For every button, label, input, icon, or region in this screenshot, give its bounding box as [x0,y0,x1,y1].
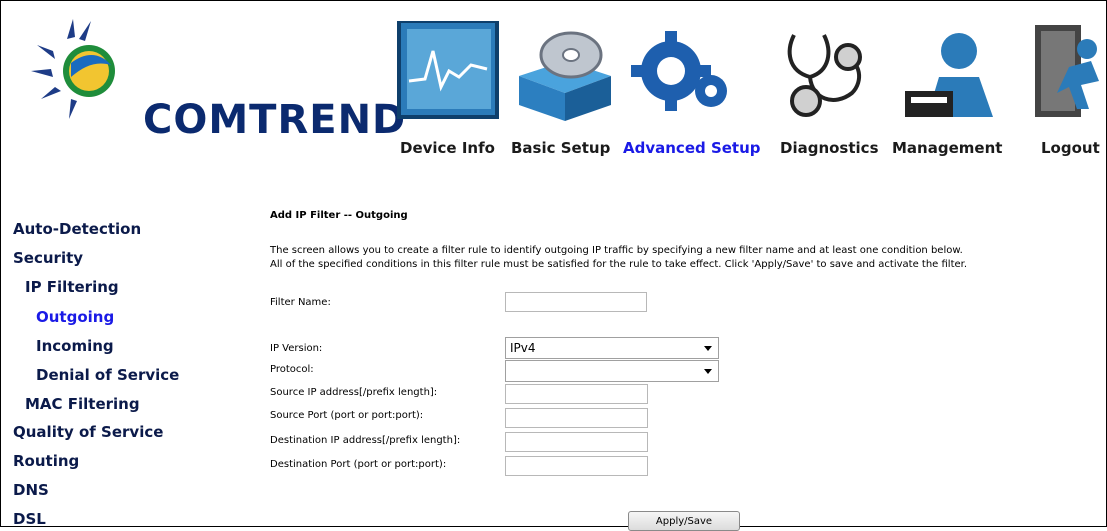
sidebar-item-dsl[interactable]: DSL [13,510,46,528]
protocol-label: Protocol: [270,364,314,375]
advanced-setup-gears-icon[interactable] [623,21,727,121]
source-ip-input[interactable] [505,384,648,404]
source-port-input[interactable] [505,408,648,428]
sidebar: Auto-Detection Security IP Filtering Out… [1,200,216,528]
sidebar-item-ip-filtering[interactable]: IP Filtering [25,278,119,296]
description-line-2: All of the specified conditions in this … [270,259,968,270]
diagnostics-stethoscope-icon[interactable] [776,21,876,121]
destination-port-input[interactable] [505,456,648,476]
description-line-1: The screen allows you to create a filter… [270,245,963,256]
sidebar-item-incoming[interactable]: Incoming [36,337,114,355]
nav-basic-setup[interactable]: Basic Setup [511,139,610,157]
comtrend-logo: COMTREND [23,15,405,143]
management-person-icon[interactable] [899,21,999,121]
brand-name: COMTREND [143,97,407,143]
sidebar-item-security[interactable]: Security [13,249,83,267]
apply-save-button[interactable]: Apply/Save [628,511,740,531]
chevron-down-icon [704,346,712,351]
page-title: Add IP Filter -- Outgoing [270,210,408,221]
nav-management[interactable]: Management [892,139,1002,157]
protocol-select[interactable] [505,360,719,382]
logo-sunburst-icon [31,19,115,119]
ip-version-value: IPv4 [510,341,536,355]
nav-advanced-setup[interactable]: Advanced Setup [623,139,761,157]
filter-name-input[interactable] [505,292,647,312]
sidebar-item-dns[interactable]: DNS [13,481,49,499]
sidebar-item-auto-detection[interactable]: Auto-Detection [13,220,141,238]
nav-logout[interactable]: Logout [1041,139,1100,157]
nav-device-info[interactable]: Device Info [400,139,495,157]
device-info-chart-icon[interactable] [397,19,499,121]
filter-name-label: Filter Name: [270,297,331,308]
destination-ip-input[interactable] [505,432,648,452]
sidebar-item-denial-of-service[interactable]: Denial of Service [36,366,179,384]
header: COMTREND Device Info Basic Setup Advance… [1,1,1106,189]
ip-version-select[interactable]: IPv4 [505,337,719,359]
destination-ip-label: Destination IP address[/prefix length]: [270,435,461,446]
source-port-label: Source Port (port or port:port): [270,410,424,421]
page-description: The screen allows you to create a filter… [270,244,1090,272]
sidebar-item-outgoing[interactable]: Outgoing [36,308,114,326]
source-ip-label: Source IP address[/prefix length]: [270,387,438,398]
destination-port-label: Destination Port (port or port:port): [270,459,447,470]
ip-version-label: IP Version: [270,343,323,354]
sidebar-item-mac-filtering[interactable]: MAC Filtering [25,395,140,413]
logout-door-runner-icon[interactable] [1031,21,1107,121]
main-content: Add IP Filter -- Outgoing The screen all… [217,200,1105,531]
nav-diagnostics[interactable]: Diagnostics [780,139,879,157]
chevron-down-icon [704,369,712,374]
sidebar-item-routing[interactable]: Routing [13,452,79,470]
sidebar-item-quality-of-service[interactable]: Quality of Service [13,423,163,441]
basic-setup-disc-box-icon[interactable] [511,21,611,121]
